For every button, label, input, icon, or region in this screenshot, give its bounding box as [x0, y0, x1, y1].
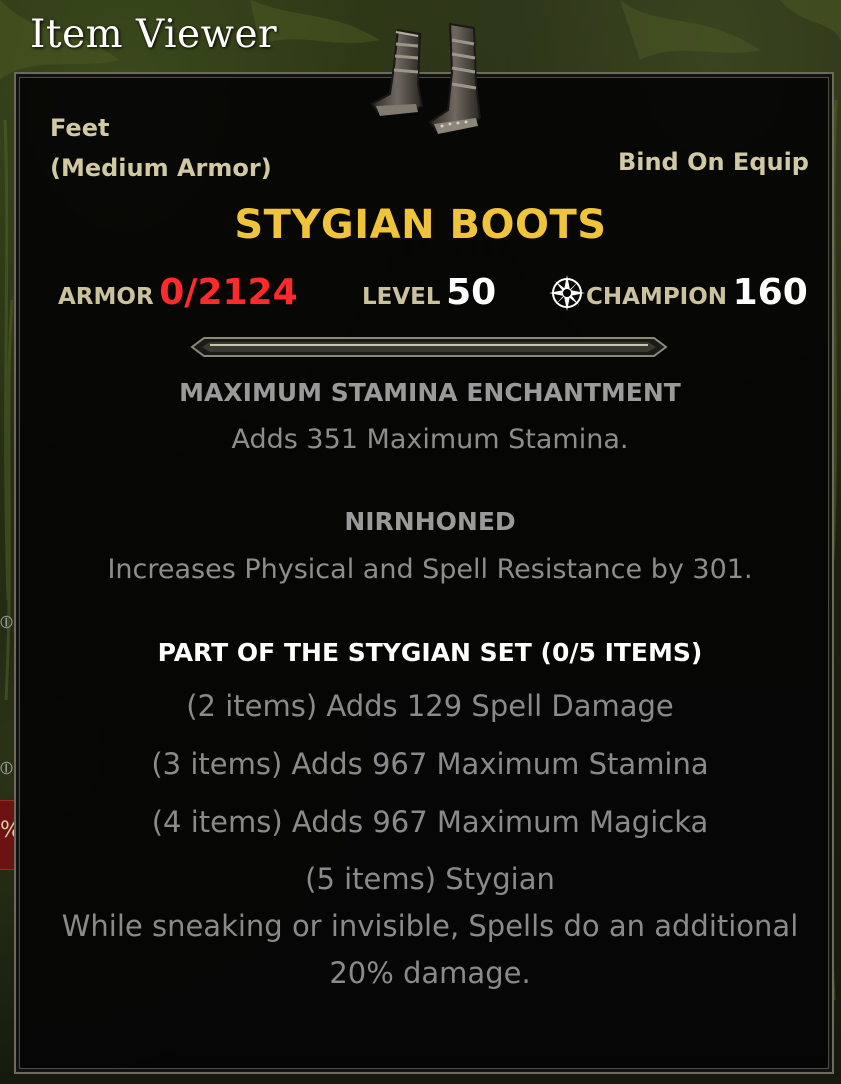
- set-bonus-final-title: (5 items) Stygian: [305, 862, 555, 896]
- level-value: 50: [446, 272, 497, 313]
- armor-label: ARMOR: [58, 284, 154, 310]
- item-armor-type: (Medium Armor): [50, 154, 272, 182]
- champion-star-icon: [549, 275, 585, 311]
- item-name: STYGIAN BOOTS: [234, 202, 607, 248]
- set-bonus-final-text: 20% damage.: [329, 956, 531, 990]
- item-slot-name: Feet: [50, 114, 110, 142]
- section-divider: [190, 337, 668, 357]
- window-title: Item Viewer: [30, 12, 278, 57]
- set-bonus: (3 items) Adds 967 Maximum Stamina: [151, 747, 709, 781]
- armor-value: 0/2124: [159, 272, 298, 313]
- enchantment-description: Adds 351 Maximum Stamina.: [231, 424, 629, 455]
- boots-icon: [370, 22, 482, 134]
- champion-value: 160: [732, 272, 808, 313]
- trait-title: NIRNHONED: [344, 507, 516, 536]
- armor-stat: ARMOR 0/2124: [58, 272, 298, 313]
- champion-stat: CHAMPION 160: [548, 272, 808, 313]
- set-title: PART OF THE STYGIAN SET (0/5 ITEMS): [157, 638, 703, 667]
- champion-label: CHAMPION: [586, 284, 728, 310]
- set-bonus-final-text: While sneaking or invisible, Spells do a…: [61, 909, 799, 943]
- item-slot: Feet (Medium Armor): [50, 108, 272, 188]
- trait-description: Increases Physical and Spell Resistance …: [107, 554, 753, 585]
- set-bonus: (2 items) Adds 129 Spell Damage: [186, 689, 674, 723]
- level-label: LEVEL: [362, 284, 441, 310]
- set-bonus-final: (5 items) Stygian While sneaking or invi…: [30, 856, 830, 997]
- set-bonus: (4 items) Adds 967 Maximum Magicka: [151, 805, 709, 839]
- bind-type: Bind On Equip: [617, 148, 809, 176]
- enchantment-title: MAXIMUM STAMINA ENCHANTMENT: [179, 378, 681, 407]
- level-stat: LEVEL 50: [362, 272, 496, 313]
